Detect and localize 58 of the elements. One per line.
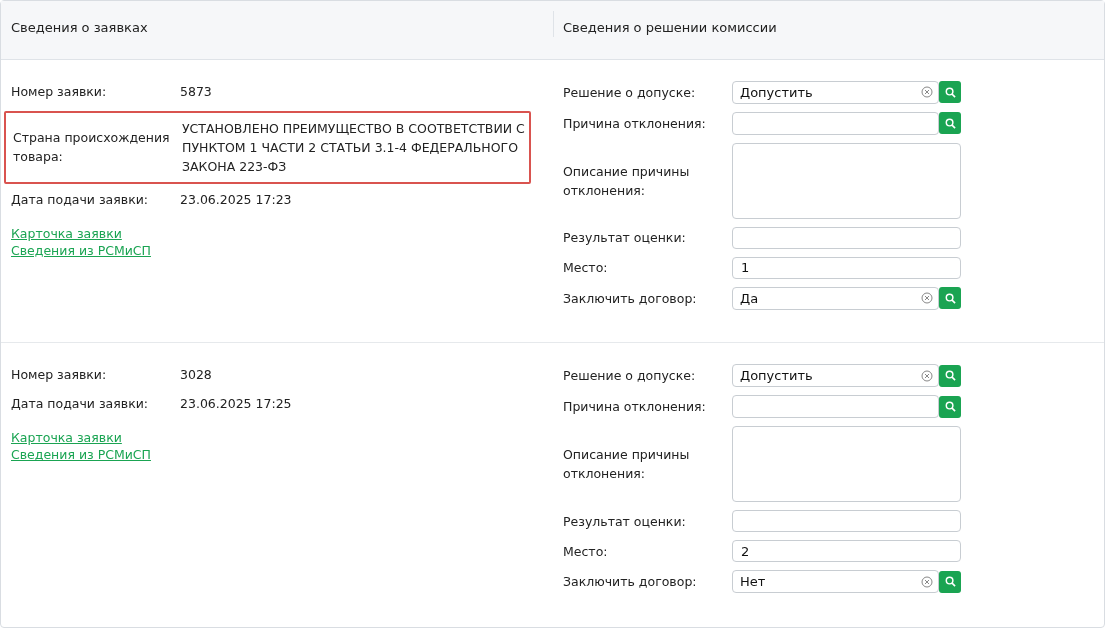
field-value: 5873 xyxy=(180,82,213,101)
input-field[interactable] xyxy=(732,226,961,249)
select-field[interactable]: Допустить xyxy=(732,80,939,104)
clear-icon[interactable] xyxy=(921,292,933,305)
select-field[interactable] xyxy=(732,111,939,135)
field-value: Допустить xyxy=(740,83,814,102)
input-field[interactable] xyxy=(732,510,961,533)
search-button[interactable] xyxy=(939,570,961,593)
field-label: Дата подачи заявки: xyxy=(11,395,150,414)
field-value: Нет xyxy=(740,573,767,592)
field-label: Решение о допуске: xyxy=(563,367,697,386)
search-button[interactable] xyxy=(939,364,961,387)
clear-icon[interactable] xyxy=(921,575,933,588)
column-title: Сведения о заявках xyxy=(11,20,148,35)
field-label: Результат оценки: xyxy=(563,229,687,248)
clear-icon[interactable] xyxy=(921,369,933,382)
field-value: Допустить xyxy=(740,367,814,386)
field-label: Дата подачи заявки: xyxy=(11,190,150,209)
field-label: Заключить договор: xyxy=(563,573,698,592)
field-label: Заключить договор: xyxy=(563,289,698,308)
search-icon xyxy=(944,576,956,588)
field-label: Номер заявки: xyxy=(11,366,108,385)
field-label: Результат оценки: xyxy=(563,512,687,531)
field-value: 2 xyxy=(741,542,750,561)
input-field[interactable]: 1 xyxy=(732,256,961,279)
field-value: УСТАНОВЛЕНО ПРЕИМУЩЕСТВО В СООТВЕТСТВИИ С ПУНКТОМ 1 ЧАСТИ 2 СТАТЬИ 3.1-4 ФЕДЕРАЛЬНОГО ЗАКОНА 223-ФЗ xyxy=(182,119,526,176)
field-value: 23.06.2025 17:23 xyxy=(180,190,293,209)
field-label: Решение о допуске: xyxy=(563,83,697,102)
search-icon xyxy=(944,117,956,129)
field-label: Причина отклонения: xyxy=(563,114,707,133)
clear-icon[interactable] xyxy=(921,86,933,99)
field-value: 1 xyxy=(741,259,750,278)
search-icon xyxy=(944,86,956,98)
search-button[interactable] xyxy=(939,287,961,310)
search-icon xyxy=(944,370,956,382)
field-value: 3028 xyxy=(180,366,213,385)
field-value: Да xyxy=(740,289,760,308)
field-value: 23.06.2025 17:25 xyxy=(180,395,293,414)
textarea-field[interactable] xyxy=(732,142,961,219)
search-button[interactable] xyxy=(939,81,961,104)
input-field[interactable]: 2 xyxy=(732,540,961,563)
textarea-field[interactable] xyxy=(732,426,961,503)
search-button[interactable] xyxy=(939,112,961,135)
select-field[interactable]: Допустить xyxy=(732,364,939,388)
select-field[interactable]: Нет xyxy=(732,570,939,594)
field-label: Описание причины отклонения: xyxy=(563,162,691,200)
select-field[interactable] xyxy=(732,395,939,419)
field-label: Страна происхождения товара: xyxy=(13,129,171,167)
search-button[interactable] xyxy=(939,395,961,418)
search-icon xyxy=(944,401,956,413)
field-label: Описание причины отклонения: xyxy=(563,446,691,484)
field-label: Причина отклонения: xyxy=(563,398,707,417)
column-title: Сведения о решении комиссии xyxy=(563,20,777,35)
search-icon xyxy=(944,292,956,304)
field-label: Место: xyxy=(563,259,609,278)
field-label: Номер заявки: xyxy=(11,82,108,101)
field-label: Место: xyxy=(563,542,609,561)
select-field[interactable]: Да xyxy=(732,286,939,310)
